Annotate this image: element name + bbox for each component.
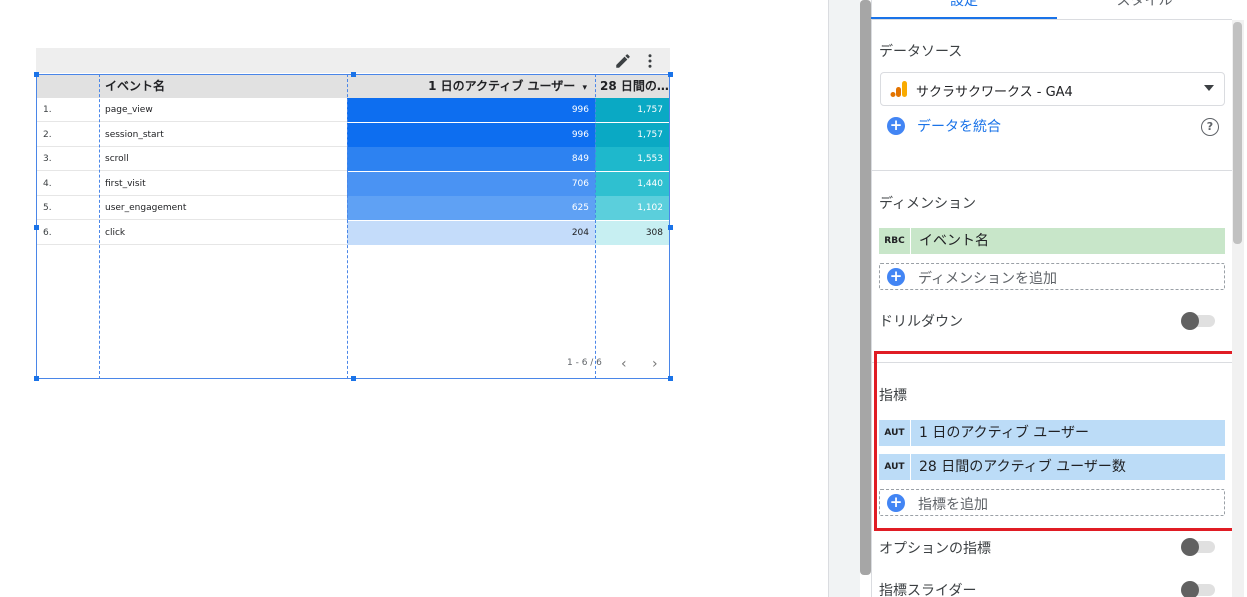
- event-name-cell: user_engagement: [105, 203, 187, 214]
- table-row[interactable]: 2. session_start 996 1,757: [37, 122, 669, 147]
- prev-page-button[interactable]: ‹: [621, 357, 627, 371]
- metric2-cell: 1,553: [595, 147, 669, 172]
- section-divider: [871, 170, 1232, 171]
- table-row[interactable]: 6. click 204 308: [37, 221, 669, 245]
- metric1-cell: 204: [347, 221, 595, 245]
- metric-slider-label: 指標スライダー: [879, 583, 977, 597]
- table-row[interactable]: 4. first_visit 706 1,440: [37, 171, 669, 196]
- metric1-cell: 849: [347, 147, 595, 172]
- resize-handle[interactable]: [351, 72, 356, 77]
- metric1-cell: 996: [347, 98, 595, 122]
- row-index: 2.: [43, 129, 52, 140]
- dimension-type-tag: RBC: [879, 228, 911, 254]
- metric-slider-toggle[interactable]: [1181, 581, 1215, 597]
- metric2-cell: 1,757: [595, 122, 669, 147]
- panel-resize-bar[interactable]: [860, 0, 871, 575]
- drilldown-toggle[interactable]: [1181, 312, 1215, 330]
- dimension-chip[interactable]: RBC イベント名: [879, 228, 1225, 254]
- metric1-cell: 996: [347, 122, 595, 147]
- help-icon[interactable]: ?: [1201, 118, 1219, 136]
- resize-handle[interactable]: [351, 376, 356, 381]
- drilldown-label: ドリルダウン: [879, 314, 963, 330]
- header-metric1-label: 1 日のアクティブ ユーザー: [428, 79, 576, 93]
- resize-handle[interactable]: [668, 225, 673, 230]
- column-guide: [99, 74, 100, 379]
- header-dimension[interactable]: イベント名: [105, 75, 165, 98]
- row-index: 4.: [43, 178, 52, 189]
- metric2-cell: 308: [595, 221, 669, 245]
- data-source-label: データソース: [879, 44, 963, 60]
- metric2-cell: 1,440: [595, 171, 669, 196]
- sort-desc-icon: ▾: [582, 83, 587, 93]
- event-name-cell: first_visit: [105, 178, 146, 189]
- metric2-cell: 1,757: [595, 98, 669, 122]
- event-name-cell: scroll: [105, 154, 129, 165]
- optional-metrics-label: オプションの指標: [879, 541, 991, 557]
- add-dimension-label: ディメンションを追加: [918, 271, 1058, 287]
- pagination-text: 1 - 6 / 6: [567, 358, 602, 368]
- app-root: イベント名 1 日のアクティブ ユーザー ▾ 28 日間の… 1. page_vi…: [0, 0, 1247, 597]
- row-index: 1.: [43, 105, 52, 115]
- metrics-highlight-box: [874, 351, 1238, 531]
- tab-setup[interactable]: 設定: [871, 0, 1057, 18]
- toggle-knob: [1181, 312, 1199, 330]
- next-page-button[interactable]: ›: [652, 357, 658, 371]
- event-name-cell: session_start: [105, 129, 164, 140]
- row-index: 6.: [43, 228, 52, 238]
- metric1-cell: 706: [347, 171, 595, 196]
- column-guide: [595, 74, 596, 379]
- blend-data-link[interactable]: データを統合: [917, 116, 1001, 136]
- dropdown-arrow-icon: [1204, 85, 1214, 91]
- metric2-cell: 1,102: [595, 196, 669, 221]
- pencil-icon[interactable]: [614, 52, 632, 70]
- column-guide: [347, 74, 348, 379]
- add-dimension-button[interactable]: + ディメンションを追加: [879, 263, 1225, 290]
- tab-style-label: スタイル: [1116, 0, 1173, 9]
- resize-handle[interactable]: [668, 72, 673, 77]
- row-index: 3.: [43, 154, 52, 165]
- panel-scrollbar-thumb[interactable]: [1233, 22, 1242, 244]
- event-name-cell: page_view: [105, 105, 153, 115]
- widget-toolbar: [36, 48, 670, 73]
- resize-handle[interactable]: [34, 225, 39, 230]
- add-circle-icon: +: [887, 268, 905, 286]
- optional-metrics-toggle[interactable]: [1181, 538, 1215, 556]
- table-header: イベント名 1 日のアクティブ ユーザー ▾ 28 日間の…: [37, 75, 669, 98]
- row-index: 5.: [43, 203, 52, 214]
- table-row[interactable]: 3. scroll 849 1,553: [37, 147, 669, 172]
- header-metric1[interactable]: 1 日のアクティブ ユーザー ▾: [367, 75, 587, 98]
- toggle-knob: [1181, 581, 1199, 597]
- resize-handle[interactable]: [34, 72, 39, 77]
- data-source-select[interactable]: サクラサクワークス - GA4: [880, 72, 1225, 106]
- dimension-label: ディメンション: [879, 196, 977, 212]
- table-row[interactable]: 5. user_engagement 625 1,102: [37, 196, 669, 221]
- metric1-cell: 625: [347, 196, 595, 221]
- dimension-chip-label: イベント名: [919, 233, 989, 249]
- tab-setup-label: 設定: [950, 0, 978, 9]
- data-source-name: サクラサクワークス - GA4: [916, 85, 1073, 100]
- add-circle-icon[interactable]: +: [887, 117, 905, 135]
- panel-gutter: [828, 0, 860, 597]
- table-row[interactable]: 1. page_view 996 1,757: [37, 98, 669, 122]
- tab-style[interactable]: スタイル: [1057, 0, 1232, 18]
- resize-handle[interactable]: [34, 376, 39, 381]
- event-name-cell: click: [105, 228, 126, 238]
- header-metric2[interactable]: 28 日間の…: [600, 75, 668, 98]
- ga-logo-icon: [890, 81, 907, 97]
- resize-handle[interactable]: [668, 376, 673, 381]
- more-vert-icon[interactable]: [641, 52, 659, 70]
- toggle-knob: [1181, 538, 1199, 556]
- tab-divider: [871, 19, 1232, 20]
